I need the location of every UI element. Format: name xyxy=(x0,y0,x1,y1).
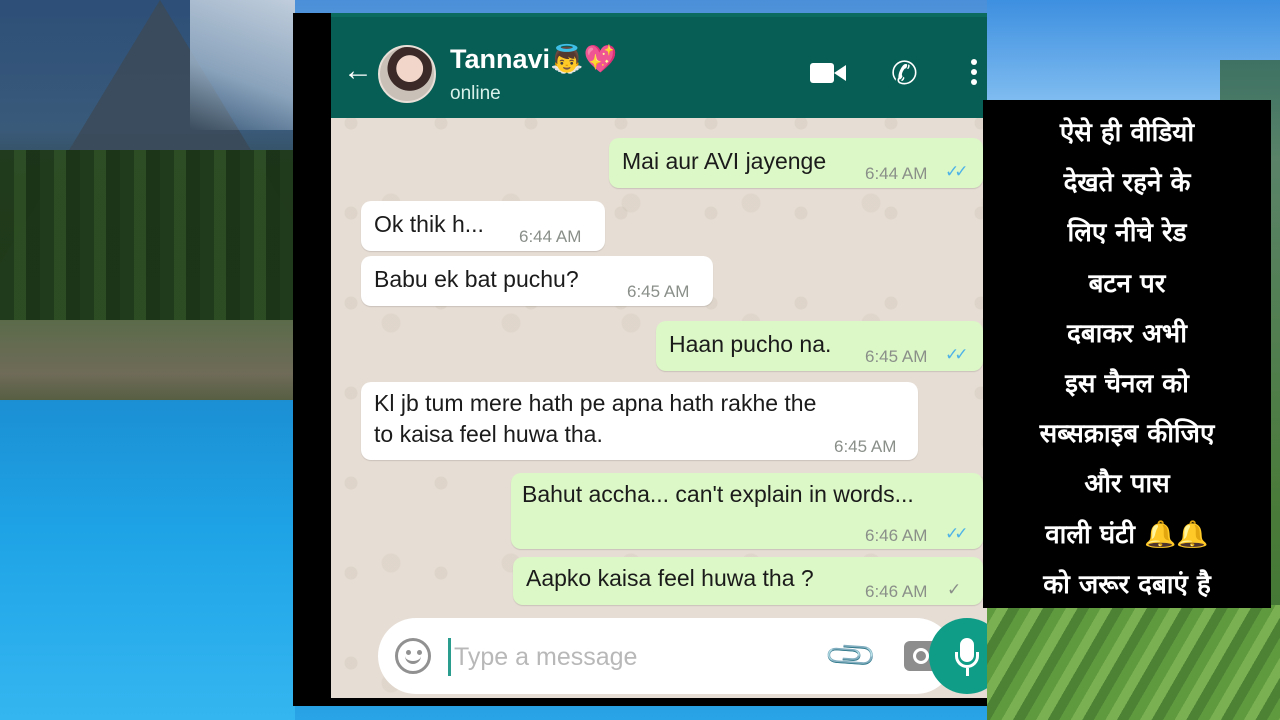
message-time: 6:46 AM xyxy=(865,526,928,545)
caption-line: दबाकर अभी xyxy=(1067,318,1187,349)
caption-line: इस चैनल को xyxy=(1065,368,1189,399)
message-text: Haan pucho na. xyxy=(669,331,832,357)
message-text: Bahut accha... can't explain in words... xyxy=(522,481,914,507)
text-cursor xyxy=(448,638,451,676)
message-bubble-outgoing[interactable]: Bahut accha... can't explain in words...… xyxy=(511,473,983,549)
chat-area: ← Tannavi👼💖 online ✆ Mai aur AVI jayenge… xyxy=(331,13,987,698)
forest-shape xyxy=(0,150,295,340)
message-time: 6:46 AM xyxy=(865,582,928,601)
message-bubble-incoming[interactable]: Ok thik h... 6:44 AM xyxy=(361,201,605,251)
message-input-bar: 📎 xyxy=(378,618,954,694)
read-ticks-icon: ✓✓ xyxy=(945,345,968,364)
message-text: Mai aur AVI jayenge xyxy=(622,148,827,174)
read-ticks-icon: ✓✓ xyxy=(945,162,968,181)
chat-window: ← Tannavi👼💖 online ✆ Mai aur AVI jayenge… xyxy=(293,13,987,706)
grass-shape xyxy=(987,605,1280,720)
back-arrow-icon[interactable]: ← xyxy=(343,56,373,86)
snow-peak-shape xyxy=(190,0,295,130)
caption-line: ऐसे ही वीडियो xyxy=(1059,118,1195,148)
avatar[interactable] xyxy=(378,45,436,103)
message-bubble-outgoing[interactable]: Mai aur AVI jayenge 6:44 AM ✓✓ xyxy=(609,138,983,188)
message-text: Ok thik h... xyxy=(374,211,484,237)
message-input[interactable] xyxy=(454,636,754,678)
phone-icon[interactable]: ✆ xyxy=(891,57,918,89)
message-time: 6:45 AM xyxy=(834,437,897,456)
contact-status: online xyxy=(450,83,501,104)
caption-line: देखते रहने के xyxy=(1063,168,1191,199)
message-time: 6:44 AM xyxy=(519,227,582,246)
lake-shape xyxy=(0,400,295,720)
message-time: 6:44 AM xyxy=(865,164,928,183)
attach-icon[interactable]: 📎 xyxy=(822,627,880,685)
caption-line: वाली घंटी 🔔🔔 xyxy=(1045,519,1209,550)
emoji-icon[interactable] xyxy=(395,638,431,674)
contact-name[interactable]: Tannavi👼💖 xyxy=(450,43,617,75)
caption-line: को जरूर दबाएं है xyxy=(1043,569,1211,600)
message-time: 6:45 AM xyxy=(627,282,690,301)
caption-line: बटन पर xyxy=(1088,268,1166,299)
sent-tick-icon: ✓ xyxy=(947,580,962,599)
message-bubble-outgoing[interactable]: Aapko kaisa feel huwa tha ? 6:46 AM ✓ xyxy=(513,557,983,605)
caption-box: ऐसे ही वीडियो देखते रहने के लिए नीचे रेड… xyxy=(983,100,1271,608)
more-menu-icon[interactable] xyxy=(971,59,979,89)
message-text: Aapko kaisa feel huwa tha ? xyxy=(526,565,814,591)
message-time: 6:45 AM xyxy=(865,347,928,366)
message-bubble-incoming[interactable]: Babu ek bat puchu? 6:45 AM xyxy=(361,256,713,306)
background-scenery-left xyxy=(0,0,295,720)
caption-line: लिए नीचे रेड xyxy=(1067,218,1187,249)
message-text-line: Kl jb tum mere hath pe apna hath rakhe t… xyxy=(374,390,817,416)
message-text-line: to kaisa feel huwa tha. xyxy=(374,421,603,447)
read-ticks-icon: ✓✓ xyxy=(945,524,968,543)
message-bubble-incoming[interactable]: Kl jb tum mere hath pe apna hath rakhe t… xyxy=(361,382,918,460)
caption-line: सब्सक्राइब कीजिए xyxy=(1039,419,1215,450)
video-call-icon[interactable] xyxy=(810,61,846,85)
chat-header: ← Tannavi👼💖 online ✆ xyxy=(331,13,987,118)
message-text: Babu ek bat puchu? xyxy=(374,266,579,292)
shore-shape xyxy=(0,320,295,410)
message-bubble-outgoing[interactable]: Haan pucho na. 6:45 AM ✓✓ xyxy=(656,321,983,371)
caption-line: और पास xyxy=(1084,469,1170,500)
